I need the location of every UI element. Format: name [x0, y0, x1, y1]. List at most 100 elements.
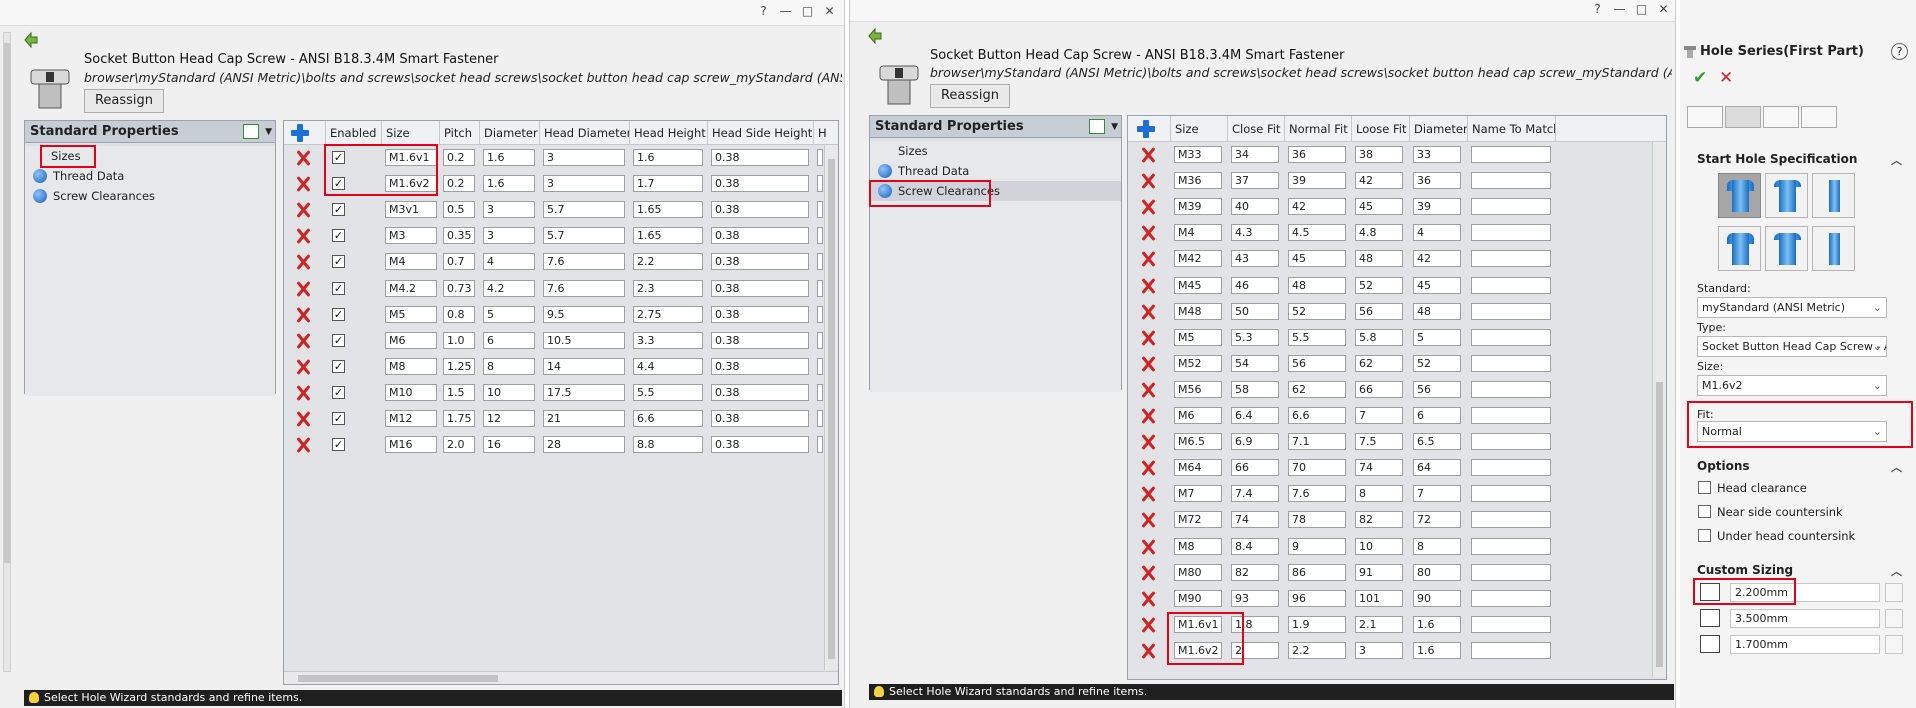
- cell-size[interactable]: M36: [1174, 172, 1222, 190]
- cell-size[interactable]: M3: [385, 227, 437, 245]
- delete-row-icon[interactable]: [1140, 225, 1156, 241]
- cell-loose[interactable]: 7: [1355, 407, 1403, 424]
- cell-close[interactable]: 50: [1231, 302, 1279, 320]
- cell-pitch[interactable]: 0.8: [443, 305, 475, 323]
- cell-name-to-match[interactable]: [1471, 615, 1551, 633]
- collapse-chevron-icon[interactable]: ︿: [1891, 152, 1902, 168]
- back-arrow-icon[interactable]: [22, 30, 40, 48]
- cell-diameter[interactable]: 1.6: [1413, 615, 1461, 633]
- delete-row-icon[interactable]: [1140, 486, 1156, 502]
- delete-row-icon[interactable]: [295, 281, 311, 297]
- cell-head-side-height[interactable]: 0.38: [711, 436, 809, 454]
- enabled-checkbox[interactable]: ✓: [332, 307, 345, 321]
- enabled-checkbox[interactable]: ✓: [332, 385, 345, 399]
- near-side-countersink-checkbox[interactable]: [1698, 505, 1711, 518]
- cell-close[interactable]: 1.8: [1231, 615, 1279, 633]
- delete-row-icon[interactable]: [1140, 251, 1156, 267]
- cell-normal[interactable]: 6.6: [1288, 407, 1346, 424]
- size-select[interactable]: M1.6v2 ⌄: [1697, 375, 1887, 396]
- cell-head-height[interactable]: 1.65: [633, 227, 703, 245]
- cell-head-diameter[interactable]: 14: [543, 357, 625, 375]
- enabled-checkbox[interactable]: ✓: [332, 333, 345, 347]
- cell-diameter[interactable]: 56: [1413, 380, 1461, 398]
- cell-size[interactable]: M4: [385, 253, 437, 271]
- cell-diameter[interactable]: 12: [483, 410, 535, 427]
- cell-head-side-height[interactable]: 0.38: [711, 227, 809, 245]
- cell-diameter[interactable]: 4.2: [483, 279, 535, 297]
- hole-diameter-field[interactable]: 2.200mm: [1730, 583, 1880, 602]
- cell-head-height[interactable]: 1.7: [633, 175, 703, 193]
- cell-loose[interactable]: 4.8: [1355, 224, 1403, 242]
- delete-row-icon[interactable]: [1140, 565, 1156, 581]
- cell-diameter[interactable]: 39: [1413, 198, 1461, 216]
- hole-type-button-4[interactable]: [1718, 226, 1761, 271]
- cell-normal[interactable]: 78: [1288, 511, 1346, 529]
- cell-size[interactable]: M1.6v2: [385, 175, 437, 193]
- delete-row-icon[interactable]: [1140, 356, 1156, 372]
- delete-row-icon[interactable]: [1140, 330, 1156, 346]
- cell-size[interactable]: M52: [1174, 354, 1222, 372]
- cell-head-height[interactable]: 8.8: [633, 436, 703, 454]
- cell-size[interactable]: M1.6v1: [1174, 615, 1222, 633]
- cell-loose[interactable]: 101: [1355, 589, 1403, 607]
- cell-loose[interactable]: 42: [1355, 172, 1403, 190]
- tree-item-sizes[interactable]: Sizes: [870, 141, 1121, 161]
- cell-loose[interactable]: 7.5: [1355, 433, 1403, 451]
- enabled-checkbox[interactable]: ✓: [332, 203, 345, 217]
- cell-size[interactable]: M10: [385, 383, 437, 401]
- tab-hole-spec[interactable]: [1725, 106, 1761, 128]
- cell-loose[interactable]: 56: [1355, 302, 1403, 320]
- cell-pitch[interactable]: 1.0: [443, 331, 475, 349]
- cell-diameter[interactable]: 5: [1413, 328, 1461, 346]
- ok-check-icon[interactable]: ✔: [1693, 68, 1707, 88]
- cell-h[interactable]: [817, 201, 823, 219]
- cell-name-to-match[interactable]: [1471, 302, 1551, 320]
- delete-row-icon[interactable]: [1140, 460, 1156, 476]
- tree-item-screw-clearances[interactable]: Screw Clearances: [25, 186, 275, 206]
- cell-close[interactable]: 37: [1231, 172, 1279, 190]
- cell-diameter[interactable]: 36: [1413, 172, 1461, 190]
- counterbore-diameter-field[interactable]: 3.500mm: [1730, 609, 1880, 628]
- delete-row-icon[interactable]: [295, 359, 311, 375]
- cell-close[interactable]: 82: [1231, 563, 1279, 581]
- delete-row-icon[interactable]: [1140, 617, 1156, 633]
- cell-diameter[interactable]: 45: [1413, 276, 1461, 294]
- cell-size[interactable]: M72: [1174, 511, 1222, 529]
- cell-name-to-match[interactable]: [1471, 354, 1551, 372]
- cell-pitch[interactable]: 0.2: [443, 149, 475, 166]
- cell-diameter[interactable]: 6: [1413, 407, 1461, 424]
- cell-h[interactable]: [817, 253, 823, 271]
- maximize-button[interactable]: □: [800, 4, 815, 19]
- cell-diameter[interactable]: 8: [1413, 537, 1461, 555]
- cell-head-height[interactable]: 1.65: [633, 201, 703, 219]
- cell-head-height[interactable]: 2.3: [633, 279, 703, 297]
- cell-size[interactable]: M8: [385, 357, 437, 375]
- delete-row-icon[interactable]: [295, 254, 311, 270]
- cell-name-to-match[interactable]: [1471, 511, 1551, 529]
- cell-head-diameter[interactable]: 10.5: [543, 331, 625, 349]
- cell-loose[interactable]: 62: [1355, 354, 1403, 372]
- cell-loose[interactable]: 66: [1355, 380, 1403, 398]
- add-row-icon[interactable]: [290, 123, 310, 143]
- cell-head-diameter[interactable]: 3: [543, 175, 625, 193]
- export-icon[interactable]: [1089, 119, 1105, 134]
- minimize-button[interactable]: —: [778, 4, 793, 19]
- delete-row-icon[interactable]: [295, 202, 311, 218]
- delete-row-icon[interactable]: [1140, 434, 1156, 450]
- cell-normal[interactable]: 5.5: [1288, 328, 1346, 346]
- delete-row-icon[interactable]: [1140, 173, 1156, 189]
- cell-close[interactable]: 2: [1231, 641, 1279, 659]
- cell-pitch[interactable]: 1.5: [443, 383, 475, 401]
- cell-close[interactable]: 6.4: [1231, 407, 1279, 424]
- cell-close[interactable]: 5.3: [1231, 328, 1279, 346]
- cell-close[interactable]: 8.4: [1231, 537, 1279, 555]
- tab-type[interactable]: [1687, 106, 1723, 128]
- standard-select[interactable]: myStandard (ANSI Metric) ⌄: [1697, 297, 1887, 318]
- cell-head-side-height[interactable]: 0.38: [711, 201, 809, 219]
- cell-head-side-height[interactable]: 0.38: [711, 279, 809, 297]
- delete-row-icon[interactable]: [1140, 643, 1156, 659]
- hole-type-button-6[interactable]: [1812, 226, 1855, 271]
- cell-head-height[interactable]: 3.3: [633, 331, 703, 349]
- cell-normal[interactable]: 36: [1288, 146, 1346, 163]
- cell-name-to-match[interactable]: [1471, 146, 1551, 163]
